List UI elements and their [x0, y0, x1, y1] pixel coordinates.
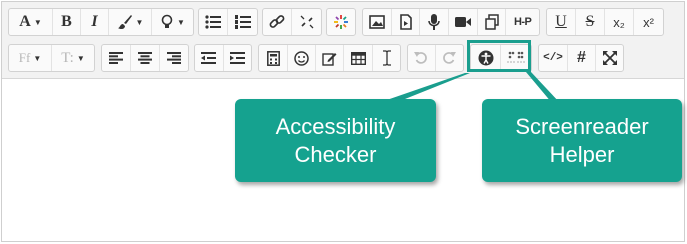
- screenreader-helper-callout-text: Screenreader Helper: [515, 113, 649, 167]
- accessibility-checker-callout-text: Accessibility Checker: [275, 113, 396, 167]
- screenreader-helper-callout: Screenreader Helper: [482, 99, 682, 182]
- accessibility-checker-callout: Accessibility Checker: [235, 99, 436, 182]
